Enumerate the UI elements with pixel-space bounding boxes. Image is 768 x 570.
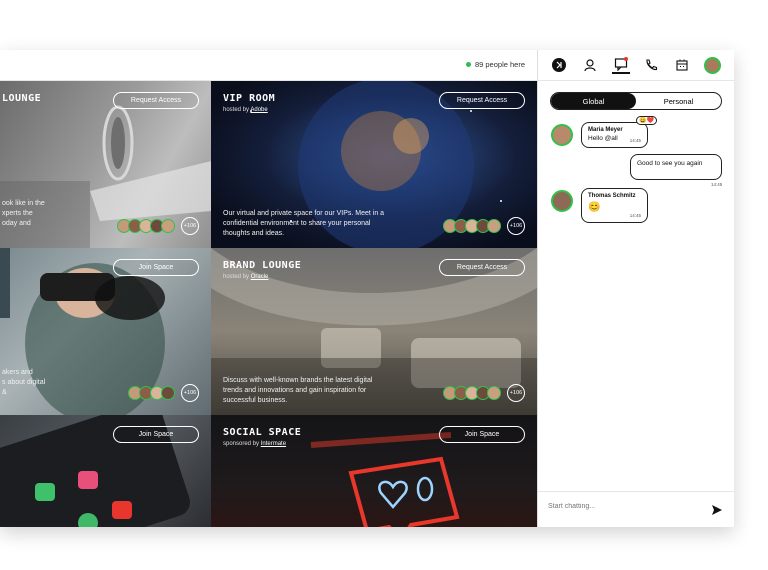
message-text: Good to see you again: [637, 160, 703, 167]
space-description: akers and s about digital &: [2, 369, 46, 396]
host-link[interactable]: Intermate: [261, 441, 286, 447]
avatar[interactable]: [551, 124, 573, 146]
calendar-icon[interactable]: [673, 56, 691, 74]
host-link[interactable]: Oracle: [251, 274, 269, 280]
message-time: 14:45: [711, 182, 723, 187]
chat-icon[interactable]: [611, 56, 630, 74]
more-attendees-badge[interactable]: +106: [507, 384, 525, 402]
space-tile-talks[interactable]: Join Space akers and s about digital & +…: [0, 248, 211, 415]
top-bar: 89 people here: [0, 50, 537, 81]
more-attendees-badge[interactable]: +106: [507, 217, 525, 235]
user-icon[interactable]: [581, 56, 599, 74]
message-author: Thomas Schmitz: [588, 193, 636, 199]
request-access-button[interactable]: Request Access: [439, 259, 525, 276]
panel-toolbar: [538, 50, 734, 81]
chat-composer: [538, 491, 734, 527]
online-dot-icon: [465, 62, 471, 67]
avatar[interactable]: [551, 190, 573, 212]
more-attendees-badge[interactable]: +106: [181, 217, 199, 235]
tab-personal[interactable]: Personal: [636, 93, 721, 109]
space-host: sponsored by Intermate: [223, 441, 287, 447]
message-time: 14:45: [629, 138, 641, 143]
chat-input[interactable]: [548, 503, 698, 510]
chat-scope-toggle: Global Personal: [550, 92, 722, 110]
send-icon[interactable]: [711, 503, 723, 521]
space-title: SOCIAL SPACE: [223, 427, 302, 438]
join-space-button[interactable]: Join Space: [113, 426, 199, 443]
request-access-button[interactable]: Request Access: [113, 92, 199, 109]
chat-message-own: Good to see you again: [630, 154, 722, 180]
chat-message: Thomas Schmitz 😊 14:45: [581, 188, 648, 223]
host-link[interactable]: Adobe: [250, 107, 267, 113]
avatar: [161, 386, 175, 400]
space-tile-brand-lounge[interactable]: BRAND LOUNGE hosted by Oracle Request Ac…: [211, 248, 537, 415]
avatar: [161, 219, 175, 233]
request-access-button[interactable]: Request Access: [439, 92, 525, 109]
app-window: 89 people here LOUNGE Request Access ook…: [0, 50, 734, 527]
space-tile-social-space[interactable]: SOCIAL SPACE sponsored by Intermate Join…: [211, 415, 537, 527]
online-count: 89 people here: [465, 60, 525, 69]
message-author: Maria Meyer: [588, 127, 623, 133]
space-description: Our virtual and private space for our VI…: [223, 210, 385, 237]
join-space-button[interactable]: Join Space: [439, 426, 525, 443]
message-reactions[interactable]: 😄❤️: [636, 116, 657, 125]
avatar: [487, 386, 501, 400]
attendee-avatars: +106: [443, 217, 525, 235]
space-tile-lounge[interactable]: LOUNGE Request Access ook like in the xp…: [0, 81, 211, 248]
space-host: hosted by Adobe: [223, 107, 268, 113]
phone-icon[interactable]: [642, 56, 660, 74]
space-description: Discuss with well-known brands the lates…: [223, 377, 373, 404]
avatar[interactable]: [704, 56, 722, 74]
attendee-avatars: +106: [128, 384, 199, 402]
tab-global[interactable]: Global: [551, 93, 636, 109]
message-time: 14:45: [629, 213, 641, 218]
collapse-icon[interactable]: [550, 56, 568, 74]
space-grid: LOUNGE Request Access ook like in the xp…: [0, 81, 537, 527]
more-attendees-badge[interactable]: +106: [181, 384, 199, 402]
space-host: hosted by Oracle: [223, 274, 269, 280]
join-space-button[interactable]: Join Space: [113, 259, 199, 276]
space-tile-apps[interactable]: Join Space: [0, 415, 211, 527]
attendee-avatars: +106: [117, 217, 199, 235]
avatar: [487, 219, 501, 233]
chat-panel: Global Personal Maria Meyer Hello @all 1…: [537, 50, 734, 527]
space-title: VIP ROOM: [223, 93, 276, 104]
online-count-text: 89 people here: [474, 60, 525, 69]
space-tile-vip-room[interactable]: VIP ROOM hosted by Adobe Request Access …: [211, 81, 537, 248]
space-description: ook like in the xperts the oday and: [2, 200, 45, 227]
attendee-avatars: +106: [443, 384, 525, 402]
space-title: LOUNGE: [2, 93, 42, 104]
message-text: 😊: [588, 202, 601, 213]
space-title: BRAND LOUNGE: [223, 260, 302, 271]
chat-message: Maria Meyer Hello @all 14:45 😄❤️: [581, 116, 657, 148]
